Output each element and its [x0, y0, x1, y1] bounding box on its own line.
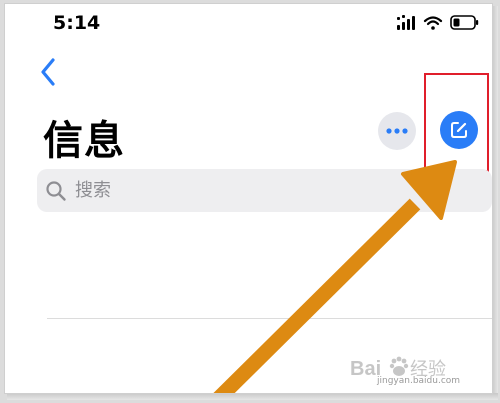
chevron-left-icon: [41, 58, 55, 86]
status-icons: [397, 15, 479, 30]
signal-icon: [397, 15, 415, 30]
search-input[interactable]: [73, 179, 457, 202]
list-divider: [47, 318, 492, 319]
status-time: 5:14: [53, 12, 101, 34]
watermark-url: jingyan.baidu.com: [377, 376, 461, 386]
ellipsis-icon: [386, 128, 408, 134]
search-bar[interactable]: [37, 169, 492, 212]
page-title: 信息: [43, 118, 125, 164]
search-icon: [45, 180, 67, 202]
wifi-icon: [423, 16, 443, 30]
phone-screen: 5:14 信息 搜索 Bai 经验 jingyan.baidu.com: [4, 3, 493, 394]
highlight-box: [424, 73, 489, 172]
more-button[interactable]: [378, 112, 416, 150]
frame-shadow-bottom: [7, 393, 498, 400]
battery-icon: [450, 15, 479, 30]
back-button[interactable]: [35, 54, 61, 90]
